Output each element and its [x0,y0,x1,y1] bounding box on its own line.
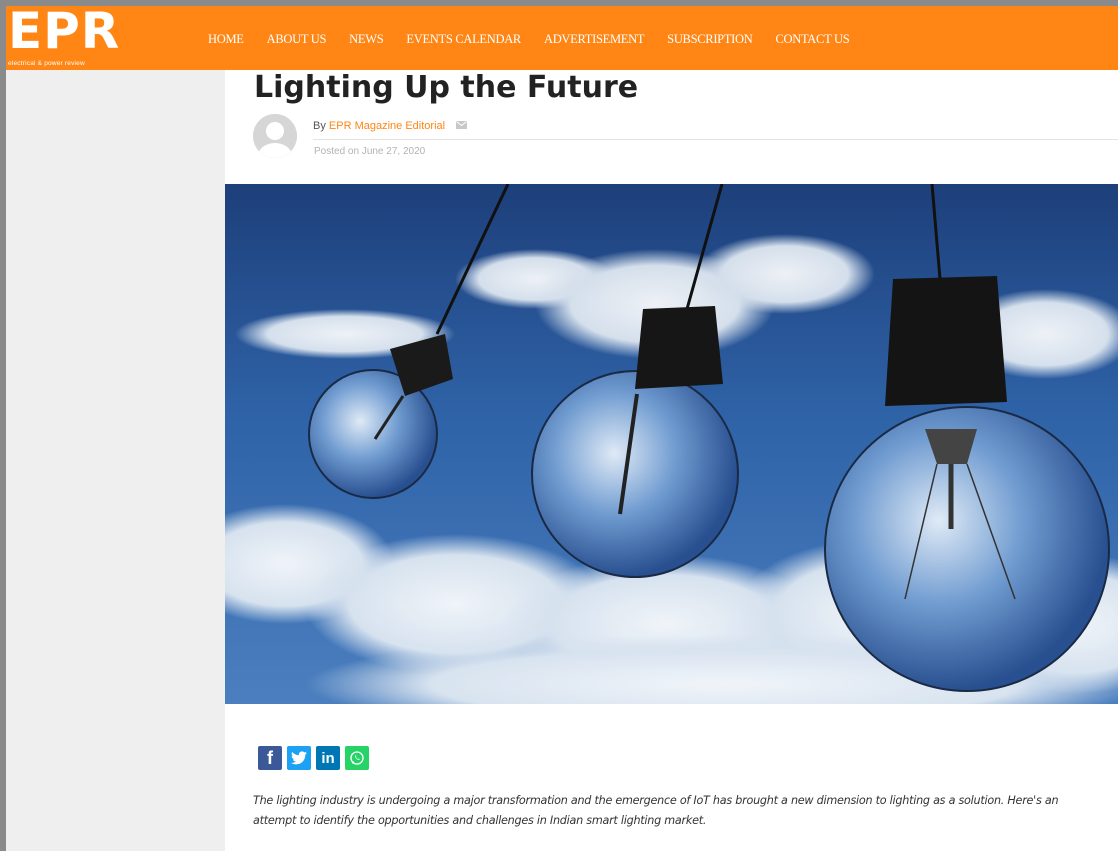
facebook-icon: f [267,747,273,768]
by-prefix: By [313,120,326,132]
posted-date: Posted on June 27, 2020 [314,146,426,157]
nav-news[interactable]: NEWS [349,32,384,47]
site-logo[interactable]: EPR electrical & power review [8,2,126,68]
main-nav: HOME ABOUT US NEWS EVENTS CALENDAR ADVER… [208,32,872,47]
linkedin-share-button[interactable]: in [316,746,340,770]
whatsapp-icon [350,751,364,765]
author-link[interactable]: EPR Magazine Editorial [329,120,445,132]
mail-icon[interactable] [456,120,468,132]
nav-subscription[interactable]: SUBSCRIPTION [667,32,753,47]
nav-contact-us[interactable]: CONTACT US [775,32,849,47]
twitter-icon [291,751,307,765]
nav-about-us[interactable]: ABOUT US [267,32,327,47]
author-avatar [253,114,297,158]
facebook-share-button[interactable]: f [258,746,282,770]
logo-tagline: electrical & power review [8,60,85,67]
hero-image [225,184,1118,704]
nav-home[interactable]: HOME [208,32,244,47]
site-header: EPR electrical & power review HOME ABOUT… [6,2,1118,70]
linkedin-icon: in [321,749,335,767]
article-excerpt: The lighting industry is undergoing a ma… [253,794,1059,827]
byline-divider [313,139,1118,140]
logo-text: EPR [8,2,121,60]
share-buttons: f in [258,746,369,770]
article-content: Lighting Up the Future By EPR Magazine E… [225,70,1118,851]
avatar-placeholder-icon [253,114,297,158]
nav-events-calendar[interactable]: EVENTS CALENDAR [406,32,521,47]
twitter-share-button[interactable] [287,746,311,770]
article-title: Lighting Up the Future [254,70,639,105]
byline: By EPR Magazine Editorial [313,120,468,132]
whatsapp-share-button[interactable] [345,746,369,770]
left-sidebar [6,70,225,851]
nav-advertisement[interactable]: ADVERTISEMENT [544,32,645,47]
